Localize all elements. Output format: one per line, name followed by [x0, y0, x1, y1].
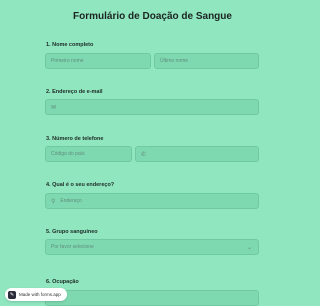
mail-icon: ✉: [51, 104, 57, 111]
location-pin-icon: ⚲: [51, 198, 56, 205]
occupation-input[interactable]: [45, 290, 259, 306]
chevron-down-icon: ⌄: [246, 245, 252, 251]
question-label-email: 2. Endereço de e-mail: [46, 89, 103, 95]
question-label-blood-type: 5. Grupo sanguíneo: [46, 229, 98, 235]
phone-input[interactable]: ✆: [135, 146, 259, 162]
country-code-placeholder: Código do país: [51, 151, 85, 157]
address-placeholder: Endereço: [60, 198, 82, 204]
question-label-address: 4. Qual é o seu endereço?: [46, 182, 115, 188]
phone-icon: ✆: [141, 151, 147, 158]
first-name-placeholder: Primeiro nome: [51, 58, 84, 64]
made-with-badge[interactable]: ✎ Made with forms.app: [5, 288, 67, 301]
last-name-placeholder: Último nome: [160, 58, 189, 64]
blood-type-select[interactable]: Por favor selecione ⌄: [45, 239, 259, 255]
country-code-select[interactable]: Código do país: [45, 146, 132, 162]
first-name-input[interactable]: Primeiro nome: [45, 53, 151, 69]
address-input[interactable]: ⚲ Endereço: [45, 193, 259, 209]
last-name-input[interactable]: Último nome: [154, 53, 259, 69]
question-label-occupation: 6. Ocupação: [46, 279, 79, 285]
question-label-phone: 3. Número de telefone: [46, 136, 104, 142]
forms-app-logo-icon: ✎: [8, 290, 16, 299]
question-label-full-name: 1. Nome completo: [46, 42, 94, 48]
made-with-text: Made with forms.app: [19, 292, 61, 297]
form-title: Formulário de Doação de Sangue: [73, 11, 232, 22]
blood-type-selected: Por favor selecione: [51, 244, 94, 250]
email-input[interactable]: ✉: [45, 99, 259, 115]
